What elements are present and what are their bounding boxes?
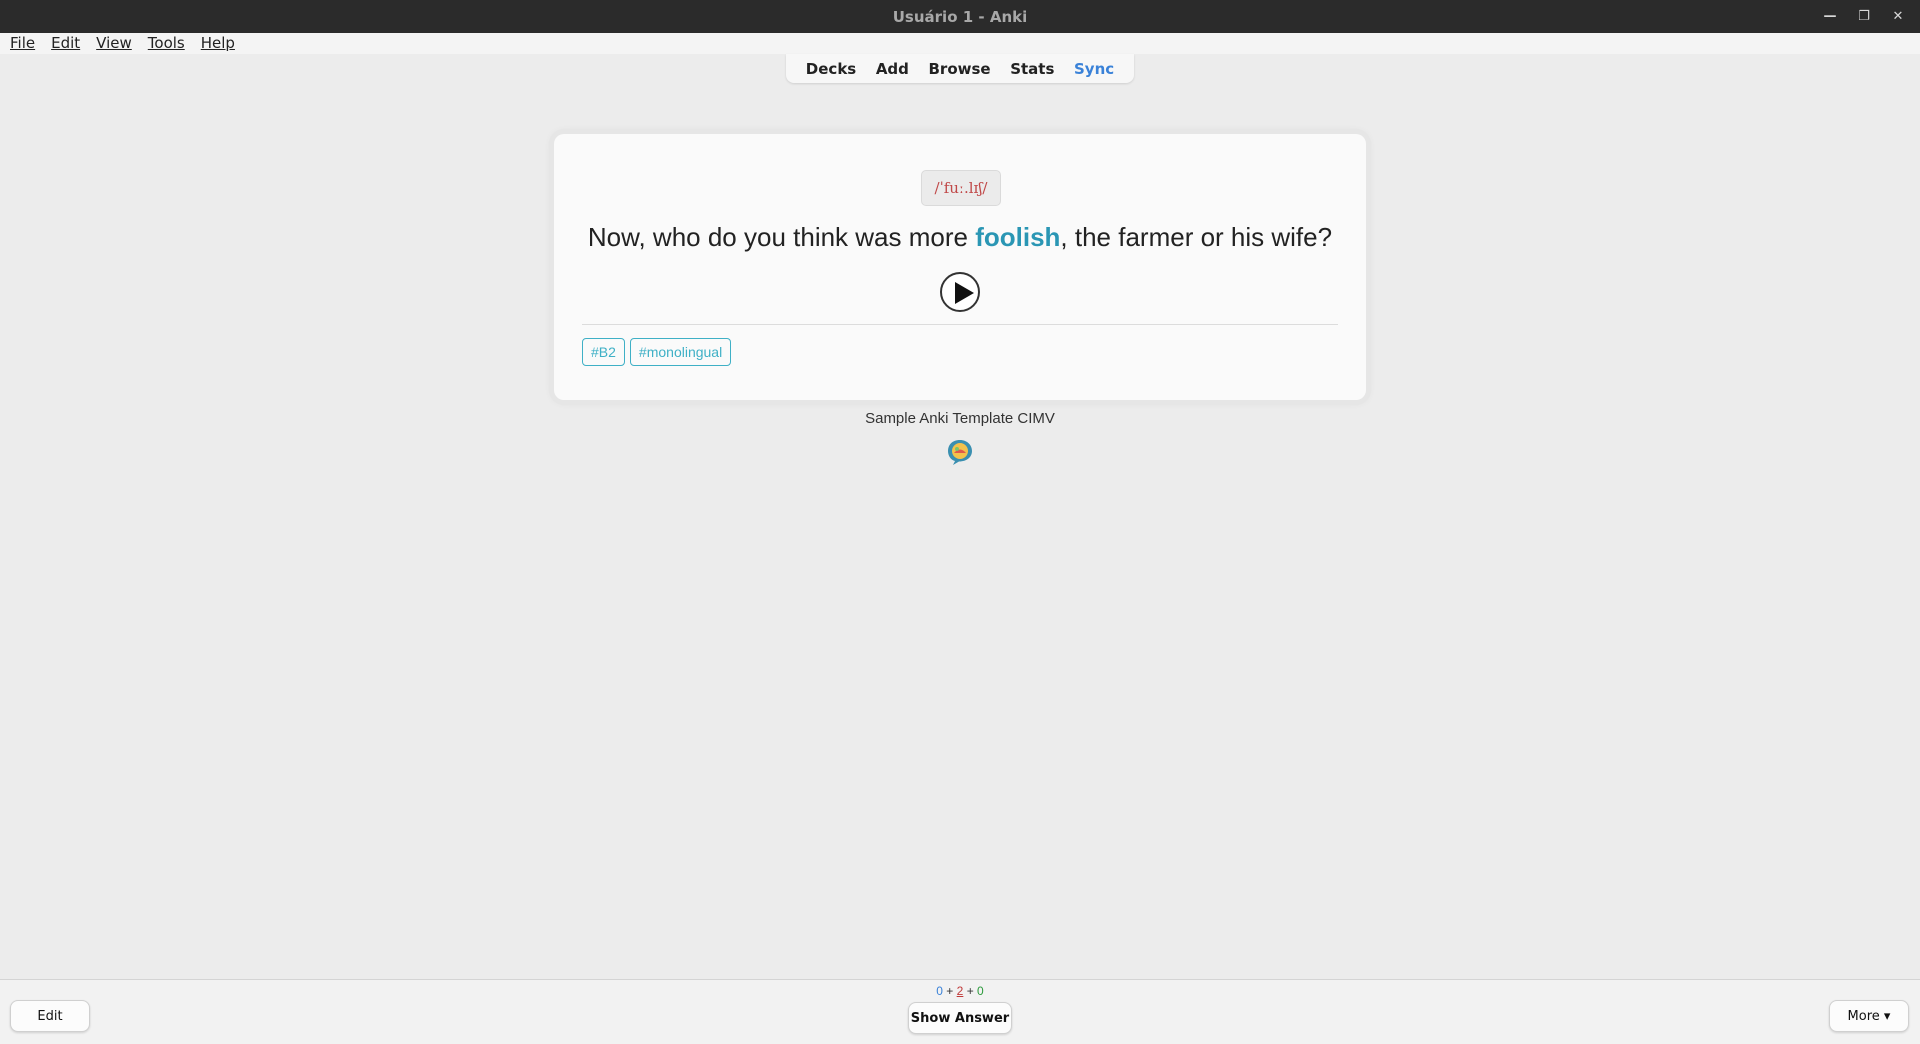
window-controls: — ❐ ✕	[1818, 0, 1910, 33]
menu-edit-label: Edit	[51, 34, 81, 52]
menu-tools-label: Tools	[147, 34, 185, 52]
ipa-pronunciation: /ˈfuː.lɪʃ/	[921, 170, 1001, 206]
due-counts: 0 + 2 + 0	[0, 984, 1920, 998]
toolbar-stats[interactable]: Stats	[1010, 60, 1054, 78]
toolbar-add[interactable]: Add	[876, 60, 909, 78]
count-review: 0	[977, 984, 984, 998]
menu-file[interactable]: File	[4, 33, 41, 54]
more-button[interactable]: More ▾	[1829, 1000, 1909, 1032]
count-sep-1: +	[946, 984, 954, 998]
count-sep-2: +	[966, 984, 974, 998]
sentence-before: Now, who do you think was more	[587, 222, 976, 252]
speech-bubble-logo-icon	[948, 440, 972, 465]
count-learning: 2	[956, 984, 964, 998]
toolbar-sync[interactable]: Sync	[1074, 60, 1114, 78]
toolbar-browse[interactable]: Browse	[929, 60, 991, 78]
count-new: 0	[936, 984, 943, 998]
edit-button[interactable]: Edit	[10, 1000, 90, 1032]
window-titlebar[interactable]: Usuário 1 - Anki — ❐ ✕	[0, 0, 1920, 33]
menu-view-label: View	[96, 34, 132, 52]
minimize-icon[interactable]: —	[1818, 5, 1842, 29]
sentence-after: , the farmer or his wife?	[1060, 222, 1333, 252]
tag-list: #B2 #monolingual	[582, 338, 732, 366]
template-name: Sample Anki Template CIMV	[865, 410, 1055, 427]
menu-view[interactable]: View	[90, 33, 138, 54]
close-icon[interactable]: ✕	[1886, 5, 1910, 29]
tag-b2[interactable]: #B2	[582, 338, 625, 366]
show-answer-button[interactable]: Show Answer	[908, 1002, 1012, 1034]
bottom-bar: 0 + 2 + 0 Edit Show Answer More ▾	[0, 979, 1920, 1044]
play-icon[interactable]	[940, 272, 980, 312]
restore-icon[interactable]: ❐	[1852, 5, 1876, 29]
window-title: Usuário 1 - Anki	[892, 7, 1028, 26]
main-toolbar: Decks Add Browse Stats Sync	[786, 54, 1134, 83]
menubar: File Edit View Tools Help	[0, 33, 1920, 54]
toolbar-decks[interactable]: Decks	[806, 60, 856, 78]
menu-edit[interactable]: Edit	[45, 33, 86, 54]
card-sentence: Now, who do you think was more foolish, …	[554, 222, 1366, 253]
card-divider	[582, 324, 1338, 325]
menu-help-label: Help	[200, 34, 235, 52]
sentence-keyword: foolish	[975, 222, 1061, 252]
menu-tools[interactable]: Tools	[142, 33, 191, 54]
menu-file-label: File	[10, 34, 36, 52]
review-card: /ˈfuː.lɪʃ/ Now, who do you think was mor…	[554, 134, 1366, 400]
tag-monolingual[interactable]: #monolingual	[629, 338, 732, 366]
menu-help[interactable]: Help	[195, 33, 241, 54]
